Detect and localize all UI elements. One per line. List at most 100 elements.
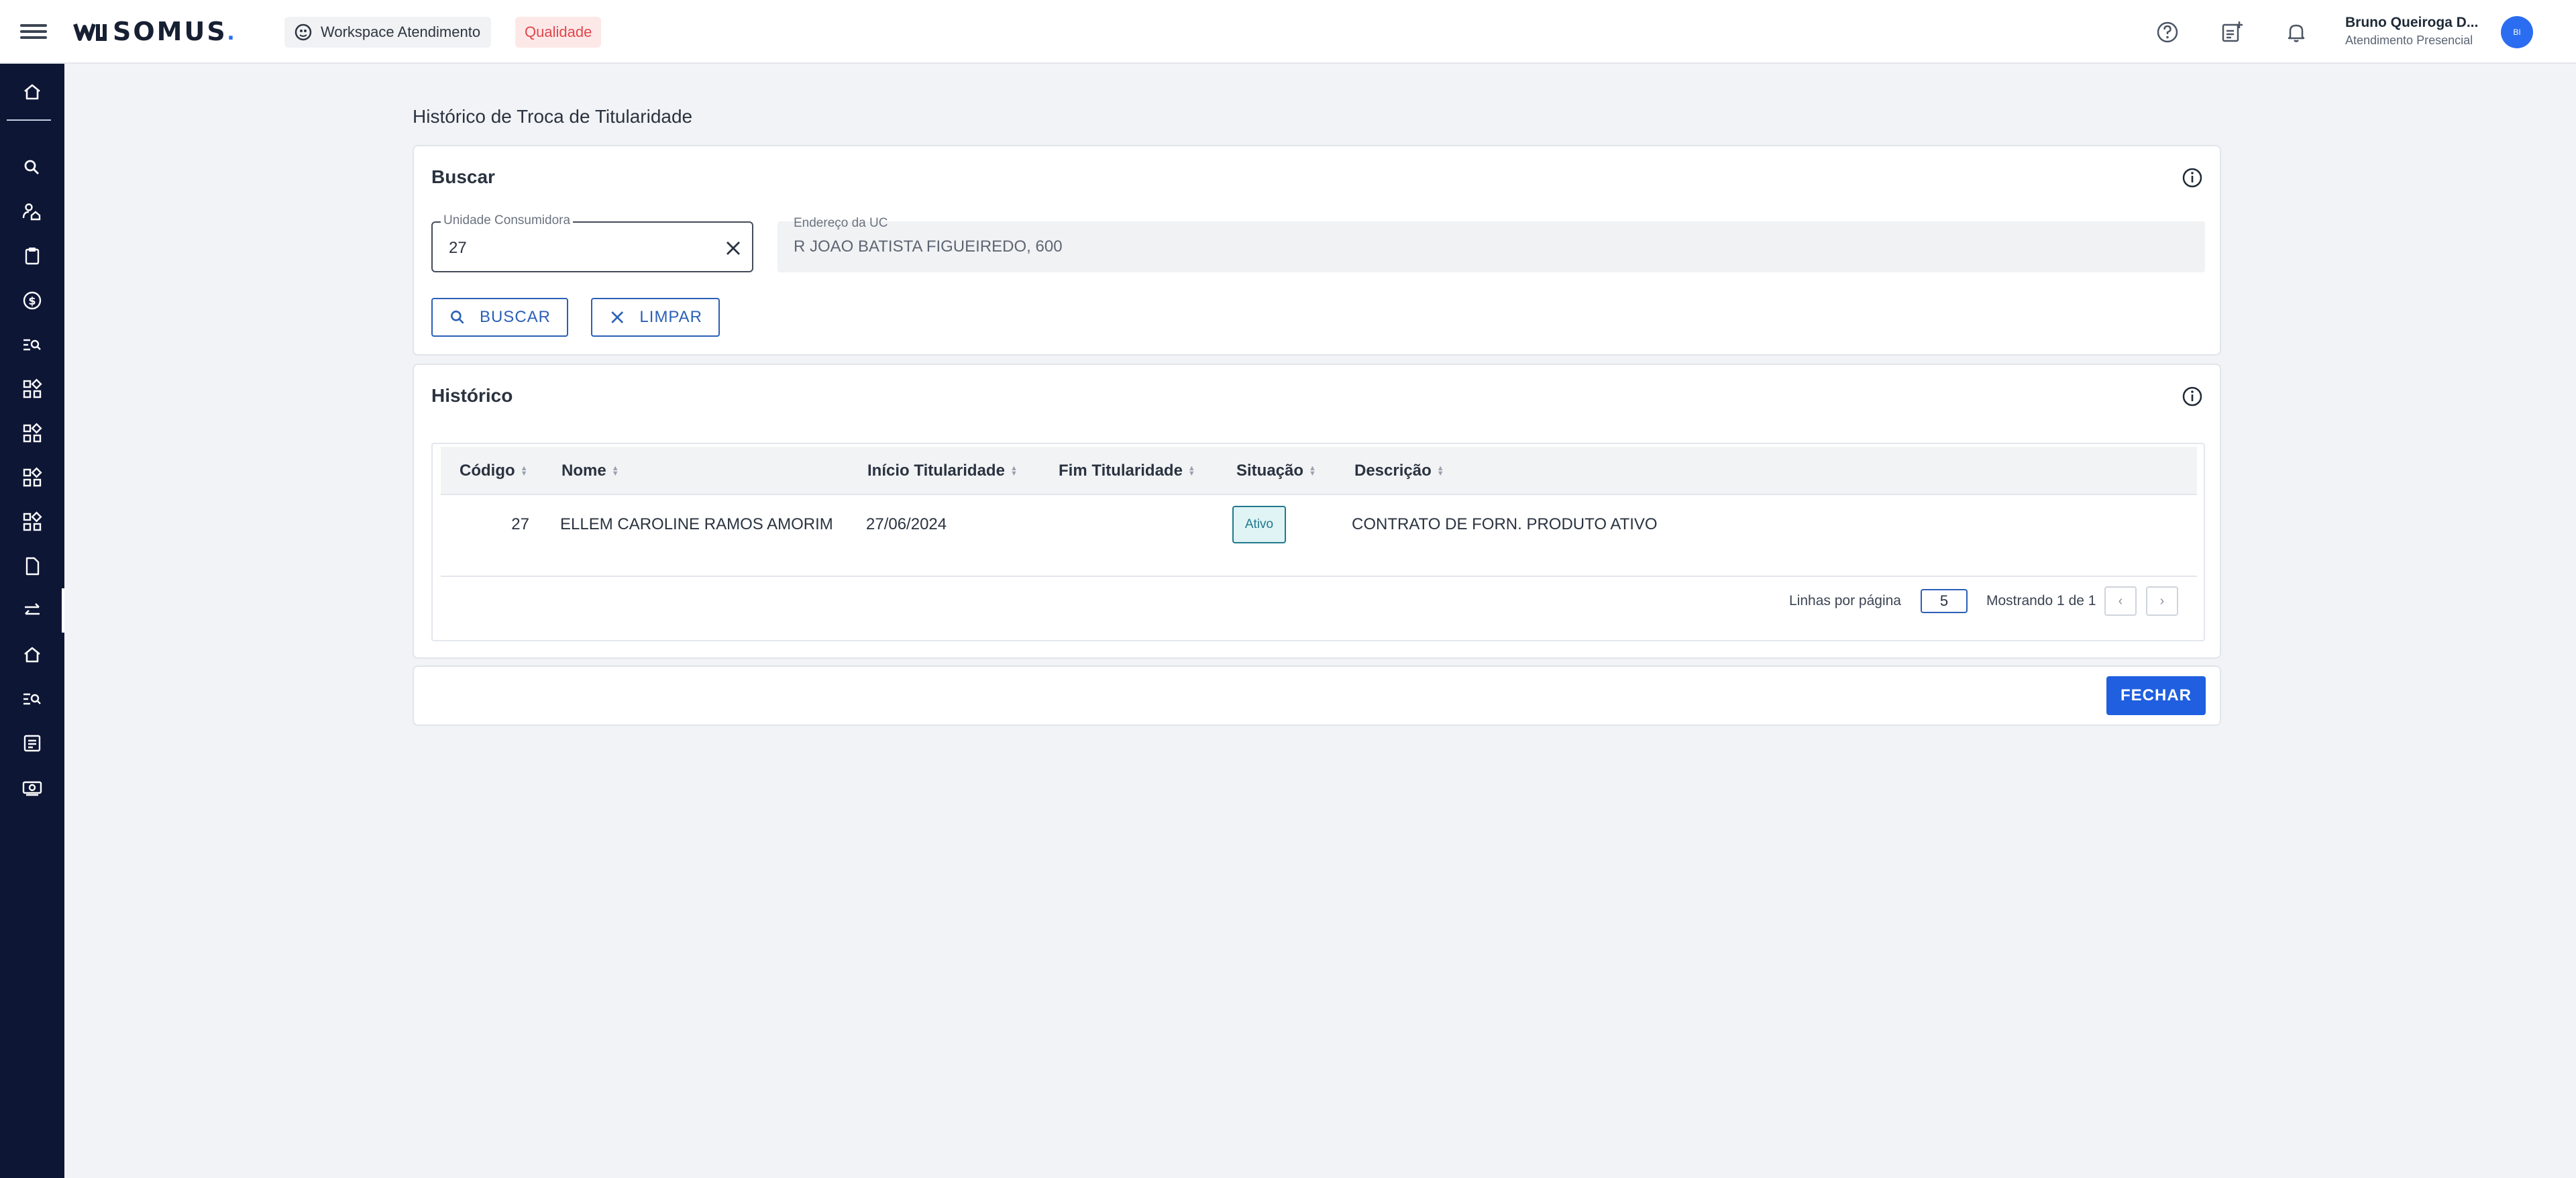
sort-icon: ▲ ▼ bbox=[1309, 464, 1316, 478]
sort-icon: ▲ ▼ bbox=[611, 464, 619, 478]
logo-dot: . bbox=[227, 17, 235, 46]
address-label: Endereço da UC bbox=[794, 216, 888, 230]
sidebar-item-search[interactable] bbox=[0, 146, 64, 190]
user-home-icon bbox=[22, 203, 41, 221]
search-button-label: BUSCAR bbox=[479, 308, 551, 326]
clear-button-label: LIMPAR bbox=[639, 308, 702, 326]
clear-button[interactable]: LIMPAR bbox=[591, 298, 720, 337]
sidebar-item-apps[interactable] bbox=[0, 456, 64, 500]
info-icon[interactable] bbox=[2181, 385, 2204, 408]
footer-card: FECHAR bbox=[413, 665, 2221, 726]
sidebar-item-list-search[interactable] bbox=[0, 323, 64, 367]
sort-icon: ▲ ▼ bbox=[1436, 464, 1444, 478]
column-header-situacao[interactable]: Situação ▲ ▼ bbox=[1236, 462, 1316, 480]
history-table: Código ▲ ▼ Nome ▲ ▼ Início Titularidade ▲ ▼ Fi… bbox=[431, 443, 2205, 641]
environment-badge: Qualidade bbox=[515, 17, 602, 48]
rows-per-page-select[interactable]: 5 bbox=[1921, 589, 1968, 613]
sidebar-item-document[interactable] bbox=[0, 544, 64, 588]
table-header: Código ▲ ▼ Nome ▲ ▼ Início Titularidade ▲ ▼ Fi… bbox=[441, 447, 2197, 494]
logo-text: SOMUS bbox=[113, 17, 227, 46]
info-icon[interactable] bbox=[2181, 166, 2204, 189]
row-divider bbox=[441, 576, 2197, 577]
next-page-button[interactable]: › bbox=[2146, 586, 2178, 616]
sidebar-item-user-home[interactable] bbox=[0, 190, 64, 234]
home-icon bbox=[24, 84, 40, 100]
dollar-icon: $ bbox=[23, 291, 42, 310]
sidebar-item-apps[interactable] bbox=[0, 500, 64, 544]
list-search-icon bbox=[23, 339, 41, 351]
bell-icon[interactable] bbox=[2283, 19, 2310, 46]
column-header-label: Situação bbox=[1236, 462, 1304, 480]
sidebar-item-money[interactable] bbox=[0, 765, 64, 810]
search-icon bbox=[451, 311, 464, 324]
column-header-codigo[interactable]: Código ▲ ▼ bbox=[460, 462, 528, 480]
sidebar-item-home[interactable] bbox=[0, 70, 64, 114]
apps-icon bbox=[23, 423, 42, 443]
help-icon[interactable] bbox=[2154, 19, 2181, 46]
pagination-status: Mostrando 1 de 1 bbox=[1986, 593, 2096, 608]
rows-per-page-label: Linhas por página bbox=[1789, 593, 1901, 608]
somus-logo-mark-icon bbox=[73, 23, 107, 41]
address-field: Endereço da UC R JOAO BATISTA FIGUEIREDO… bbox=[777, 216, 2205, 272]
column-header-label: Nome bbox=[561, 462, 606, 480]
search-card-title: Buscar bbox=[431, 166, 495, 187]
menu-icon[interactable] bbox=[20, 19, 47, 46]
sidebar-item-apps[interactable] bbox=[0, 367, 64, 411]
cell-descricao: CONTRATO DE FORN. PRODUTO ATIVO bbox=[1352, 515, 1658, 533]
uc-field[interactable]: Unidade Consumidora 27 bbox=[431, 213, 753, 272]
swap-icon bbox=[25, 603, 40, 615]
history-card-title: Histórico bbox=[431, 385, 513, 406]
workspace-icon bbox=[294, 23, 312, 41]
sort-icon: ▲ ▼ bbox=[1187, 464, 1195, 478]
cell-nome: ELLEM CAROLINE RAMOS AMORIM bbox=[560, 515, 833, 533]
avatar[interactable]: BI bbox=[2501, 16, 2533, 48]
clear-field-icon[interactable] bbox=[721, 236, 745, 260]
user-info[interactable]: Bruno Queiroga D... Atendimento Presenci… bbox=[2345, 15, 2493, 48]
sidebar-item-apps[interactable] bbox=[0, 411, 64, 456]
close-button[interactable]: FECHAR bbox=[2106, 676, 2206, 715]
note-icon bbox=[23, 735, 41, 752]
clipboard-icon bbox=[25, 248, 40, 265]
workspace-label: Workspace Atendimento bbox=[321, 23, 481, 40]
top-bar: SOMUS. Workspace Atendimento Qualidade B… bbox=[0, 0, 2576, 64]
search-button[interactable]: BUSCAR bbox=[431, 298, 568, 337]
user-role: Atendimento Presencial bbox=[2345, 34, 2473, 47]
page-title: Histórico de Troca de Titularidade bbox=[413, 106, 693, 127]
column-header-nome[interactable]: Nome ▲ ▼ bbox=[561, 462, 619, 480]
uc-input[interactable]: 27 bbox=[449, 239, 467, 258]
apps-icon bbox=[23, 511, 42, 531]
close-icon bbox=[611, 311, 624, 323]
cell-inicio: 27/06/2024 bbox=[866, 515, 947, 533]
column-header-fim[interactable]: Fim Titularidade ▲ ▼ bbox=[1059, 462, 1195, 480]
list-search-icon bbox=[23, 693, 41, 705]
svg-text:$: $ bbox=[28, 294, 36, 307]
workspace-selector[interactable]: Workspace Atendimento bbox=[284, 17, 492, 48]
sidebar-item-home[interactable] bbox=[0, 633, 64, 677]
search-icon bbox=[24, 160, 39, 174]
history-card: Histórico Código ▲ ▼ Nome ▲ ▼ Início Titular… bbox=[413, 364, 2221, 659]
add-note-icon[interactable] bbox=[2218, 19, 2245, 46]
sidebar-item-note[interactable] bbox=[0, 721, 64, 765]
somus-logo[interactable]: SOMUS. bbox=[72, 16, 234, 47]
sidebar-item-dollar[interactable]: $ bbox=[0, 278, 64, 323]
sidebar-item-clipboard[interactable] bbox=[0, 234, 64, 278]
column-header-descricao[interactable]: Descrição ▲ ▼ bbox=[1354, 462, 1444, 480]
apps-icon bbox=[23, 378, 42, 398]
sort-icon: ▲ ▼ bbox=[1010, 464, 1018, 478]
money-icon bbox=[22, 781, 42, 796]
address-value: R JOAO BATISTA FIGUEIREDO, 600 bbox=[794, 237, 1063, 256]
sidebar-item-swap[interactable] bbox=[0, 588, 64, 633]
cell-codigo: 27 bbox=[511, 515, 529, 533]
column-header-label: Descrição bbox=[1354, 462, 1432, 480]
uc-label: Unidade Consumidora bbox=[441, 213, 574, 228]
column-header-inicio[interactable]: Início Titularidade ▲ ▼ bbox=[867, 462, 1018, 480]
sidebar-item-list-search[interactable] bbox=[0, 677, 64, 721]
document-icon bbox=[25, 557, 40, 576]
user-name: Bruno Queiroga D... bbox=[2345, 15, 2479, 30]
apps-icon bbox=[23, 467, 42, 487]
row-divider bbox=[441, 494, 2197, 495]
home-icon bbox=[24, 647, 40, 663]
sort-icon: ▲ ▼ bbox=[520, 464, 528, 478]
status-badge: Ativo bbox=[1232, 506, 1286, 543]
prev-page-button[interactable]: ‹ bbox=[2104, 586, 2137, 616]
